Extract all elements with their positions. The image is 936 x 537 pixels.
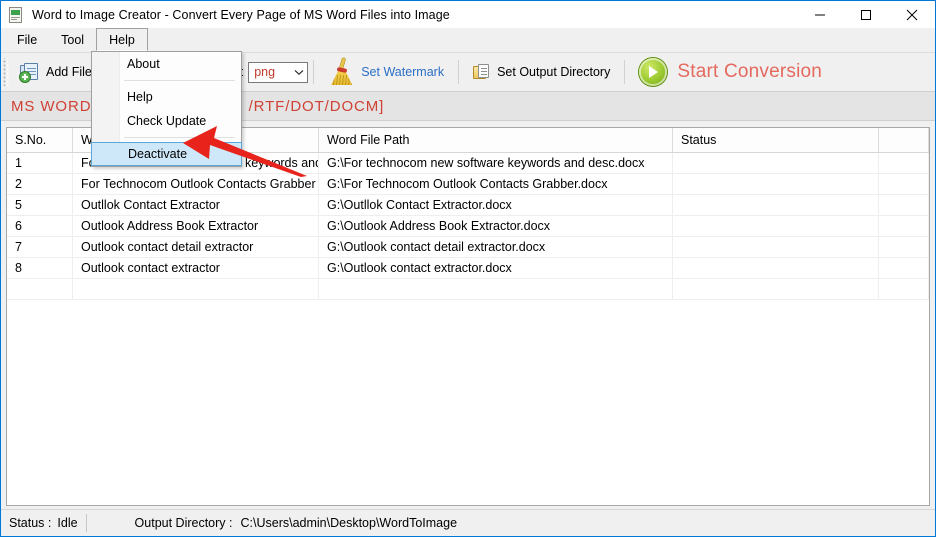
cell-status	[673, 279, 879, 299]
cell-sno: 7	[7, 237, 73, 257]
close-icon[interactable]	[889, 1, 935, 28]
table-row-empty[interactable]	[7, 279, 929, 300]
menu-bar: File Tool Help	[1, 28, 935, 52]
menu-item-help[interactable]: Help	[92, 85, 241, 109]
application-window: Word to Image Creator - Convert Every Pa…	[0, 0, 936, 537]
set-watermark-label: Set Watermark	[361, 65, 445, 79]
status-separator	[85, 514, 87, 532]
cell-status	[673, 258, 879, 278]
cell-file-path: G:\Outlook contact detail extractor.docx	[319, 237, 673, 257]
cell-file-name: Outllok Contact Extractor	[73, 195, 319, 215]
file-list-grid: S.No. Wo Word File Path Status 1 For tec…	[6, 127, 930, 506]
cell-file-path: G:\Outllok Contact Extractor.docx	[319, 195, 673, 215]
cell-extra	[879, 279, 929, 299]
cell-status	[673, 174, 879, 194]
minimize-icon[interactable]	[797, 1, 843, 28]
cell-sno	[7, 279, 73, 299]
cell-sno: 2	[7, 174, 73, 194]
toolbar-separator	[458, 60, 460, 84]
cell-status	[673, 216, 879, 236]
cell-sno: 5	[7, 195, 73, 215]
table-row[interactable]: 5 Outllok Contact Extractor G:\Outllok C…	[7, 195, 929, 216]
folder-icon	[473, 64, 490, 80]
column-header-status[interactable]: Status	[673, 128, 879, 152]
status-value: Idle	[57, 516, 78, 530]
add-files-icon	[20, 62, 39, 82]
table-row[interactable]: 2 For Technocom Outlook Contacts Grabber…	[7, 174, 929, 195]
window-controls	[797, 1, 935, 28]
menu-tool[interactable]: Tool	[49, 28, 96, 51]
status-bar: Status : Idle Output Directory : C:\User…	[1, 509, 935, 536]
cell-extra	[879, 237, 929, 257]
title-bar: Word to Image Creator - Convert Every Pa…	[1, 1, 935, 28]
table-row[interactable]: 7 Outlook contact detail extractor G:\Ou…	[7, 237, 929, 258]
cell-file-name	[73, 279, 319, 299]
column-header-word-file-path[interactable]: Word File Path	[319, 128, 673, 152]
set-output-directory-label: Set Output Directory	[497, 65, 611, 79]
app-document-icon	[8, 6, 24, 23]
cell-file-name: Outlook contact extractor	[73, 258, 319, 278]
window-title: Word to Image Creator - Convert Every Pa…	[32, 7, 450, 22]
cell-sno: 1	[7, 153, 73, 173]
cell-extra	[879, 174, 929, 194]
table-row[interactable]: 8 Outlook contact extractor G:\Outlook c…	[7, 258, 929, 279]
set-watermark-button[interactable]: Set Watermark	[319, 57, 453, 87]
cell-file-path: G:\Outlook Address Book Extractor.docx	[319, 216, 673, 236]
cell-sno: 8	[7, 258, 73, 278]
cell-status	[673, 195, 879, 215]
cell-extra	[879, 195, 929, 215]
toolbar-separator	[624, 60, 626, 84]
toolbar-grip[interactable]	[3, 58, 10, 86]
cell-file-path: G:\Outlook contact extractor.docx	[319, 258, 673, 278]
column-header-extra[interactable]	[879, 128, 929, 152]
format-dropdown[interactable]: png	[248, 61, 309, 83]
cell-status	[673, 153, 879, 173]
menu-item-about[interactable]: About	[92, 52, 241, 76]
chevron-down-icon	[290, 69, 307, 76]
table-row[interactable]: 6 Outlook Address Book Extractor G:\Outl…	[7, 216, 929, 237]
red-arrow-pointer	[183, 126, 307, 177]
cell-file-name: Outlook Address Book Extractor	[73, 216, 319, 236]
cell-file-path	[319, 279, 673, 299]
cell-extra	[879, 216, 929, 236]
output-directory-value: C:\Users\admin\Desktop\WordToImage	[240, 516, 458, 530]
cell-extra	[879, 258, 929, 278]
banner-text-right: /RTF/DOT/DOCM]	[248, 97, 385, 115]
start-conversion-label: Start Conversion	[677, 61, 823, 82]
broom-icon	[328, 57, 354, 87]
menu-help[interactable]: Help	[96, 28, 148, 51]
set-output-directory-button[interactable]: Set Output Directory	[464, 57, 619, 87]
start-conversion-button[interactable]: Start Conversion	[630, 57, 831, 87]
cell-file-path: G:\For Technocom Outlook Contacts Grabbe…	[319, 174, 673, 194]
menu-file[interactable]: File	[5, 28, 49, 51]
column-header-sno[interactable]: S.No.	[7, 128, 73, 152]
format-value: png	[254, 65, 276, 79]
cell-file-name: For Technocom Outlook Contacts Grabber	[73, 174, 319, 194]
status-label: Status :	[9, 516, 52, 530]
cell-status	[673, 237, 879, 257]
cell-extra	[879, 153, 929, 173]
maximize-icon[interactable]	[843, 1, 889, 28]
cell-file-path: G:\For technocom new software keywords a…	[319, 153, 673, 173]
play-icon	[639, 58, 668, 86]
menu-separator	[124, 80, 235, 81]
output-directory-label: Output Directory :	[134, 516, 233, 530]
cell-file-name: Outlook contact detail extractor	[73, 237, 319, 257]
cell-sno: 6	[7, 216, 73, 236]
toolbar-separator	[313, 60, 315, 84]
